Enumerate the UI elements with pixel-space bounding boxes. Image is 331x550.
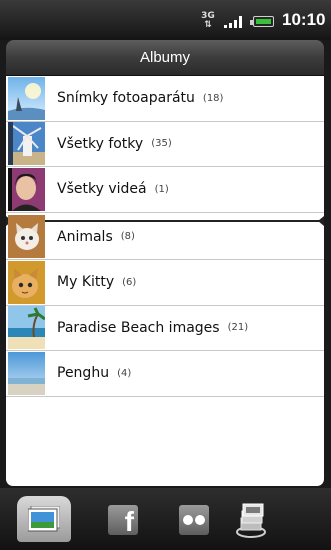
album-item-snimky-fotoaparatu[interactable]: Snímky fotoaparátu (18) <box>6 76 324 122</box>
album-item-penghu[interactable]: Penghu (4) <box>6 351 324 397</box>
facebook-icon: f <box>108 505 138 535</box>
battery-icon <box>250 16 274 27</box>
album-name: Penghu <box>57 365 110 382</box>
album-thumbnail <box>8 215 45 259</box>
albums-tab[interactable] <box>17 496 71 542</box>
album-count: (21) <box>227 322 249 334</box>
album-thumbnail <box>8 167 45 211</box>
album-item-animals[interactable]: Animals (8) <box>6 215 324 260</box>
album-thumbnail <box>8 306 45 350</box>
flickr-icon <box>179 505 209 535</box>
signal-strength-icon <box>224 14 246 28</box>
album-thumbnail <box>8 351 45 395</box>
album-name: Snímky fotoaparátu <box>57 90 195 107</box>
album-thumbnail <box>8 76 45 120</box>
album-list: Snímky fotoaparátu (18) Všetky fotky (35… <box>6 76 324 486</box>
status-time: 10:10 <box>282 10 326 29</box>
album-name: Všetky fotky <box>57 135 144 152</box>
album-item-paradise-beach-images[interactable]: Paradise Beach images (21) <box>6 306 324 351</box>
album-count: (4) <box>117 367 132 379</box>
album-name: Animals <box>57 228 113 245</box>
network-3g-icon: 3G ⇅ <box>201 11 215 30</box>
album-count: (8) <box>120 231 135 243</box>
album-thumbnail <box>8 122 45 166</box>
album-name: My Kitty <box>57 274 115 291</box>
page-title: Albumy <box>6 40 324 76</box>
album-item-vsetky-fotky[interactable]: Všetky fotky (35) <box>6 122 324 167</box>
album-count: (6) <box>122 276 137 288</box>
flickr-tab[interactable] <box>167 496 221 542</box>
bottom-tab-bar: f <box>0 488 331 550</box>
album-thumbnail <box>8 260 45 304</box>
album-name: Všetky videá <box>57 181 147 198</box>
facebook-tab[interactable]: f <box>96 496 150 542</box>
status-bar: 3G ⇅ 10:10 <box>0 0 331 40</box>
album-count: (1) <box>154 183 169 195</box>
album-name: Paradise Beach images <box>57 319 220 336</box>
album-count: (18) <box>202 92 224 104</box>
photos-icon <box>28 506 60 532</box>
album-item-vsetky-videa[interactable]: Všetky videá (1) <box>6 167 324 213</box>
more-tab[interactable] <box>224 496 278 542</box>
album-item-my-kitty[interactable]: My Kitty (6) <box>6 260 324 306</box>
stack-icon <box>236 503 266 538</box>
album-count: (35) <box>151 138 172 150</box>
